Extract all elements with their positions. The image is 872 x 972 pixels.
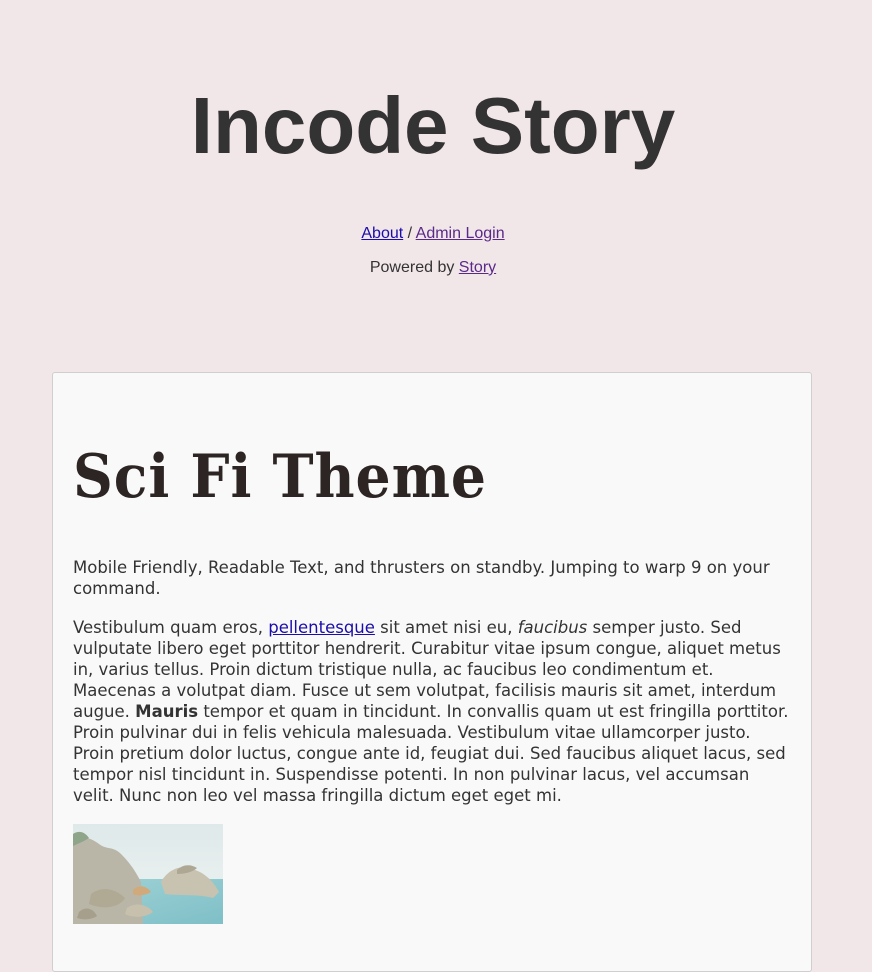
site-title: Incode Story	[190, 81, 676, 170]
mauris-bold: Mauris	[135, 702, 199, 721]
admin-login-link[interactable]: Admin Login	[416, 225, 505, 242]
paragraph-text-2: sit amet nisi eu,	[374, 618, 518, 637]
story-link[interactable]: Story	[459, 259, 496, 276]
nav-separator: /	[407, 225, 413, 242]
post-image	[73, 824, 223, 924]
header-nav: About / Admin Login	[0, 224, 866, 244]
post-body: Mobile Friendly, Readable Text, and thru…	[73, 557, 791, 924]
powered-by-label: Powered by	[369, 259, 455, 276]
post-intro: Mobile Friendly, Readable Text, and thru…	[73, 558, 770, 598]
pellentesque-link[interactable]: pellentesque	[268, 618, 375, 637]
paragraph-text-1: Vestibulum quam eros,	[73, 618, 269, 637]
post-title: Sci Fi Theme	[73, 442, 487, 512]
faucibus-italic: faucibus	[517, 618, 588, 637]
post-paragraph: Vestibulum quam eros, pellentesque sit a…	[73, 617, 791, 806]
post-card: Sci Fi Theme Mobile Friendly, Readable T…	[52, 372, 812, 972]
powered-by: Powered by Story	[0, 258, 866, 278]
about-link[interactable]: About	[361, 225, 403, 242]
